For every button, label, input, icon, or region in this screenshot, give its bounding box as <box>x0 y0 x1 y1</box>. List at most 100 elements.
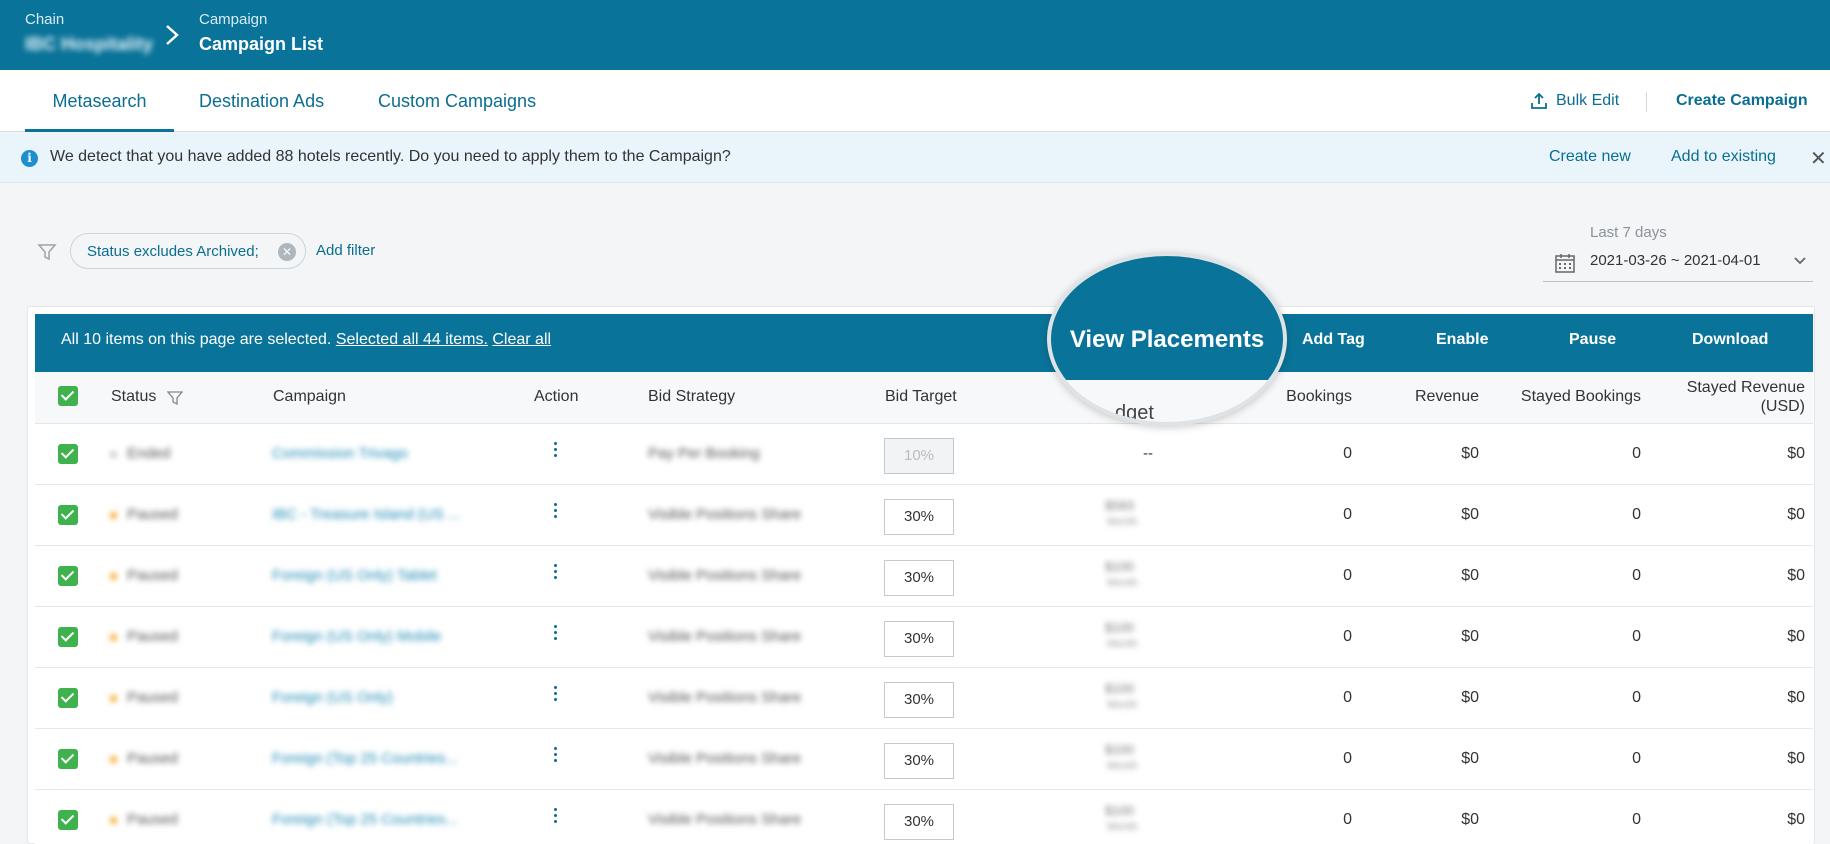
info-icon: i <box>21 150 38 167</box>
clear-all-link[interactable]: Clear all <box>492 331 551 348</box>
table-row[interactable]: Paused Foreign (Top 25 Countries... Visibl… <box>35 790 1813 844</box>
column-bid-target[interactable]: Bid Target <box>885 388 957 406</box>
row-bid-strategy: Visible Positions Share <box>648 506 802 523</box>
pause-button[interactable]: Pause <box>1569 331 1616 349</box>
selection-summary: All 10 items on this page are selected. … <box>61 331 551 349</box>
filter-chip-status[interactable]: Status excludes Archived; ✕ <box>70 233 306 269</box>
add-to-existing-link[interactable]: Add to existing <box>1671 148 1776 166</box>
row-checkbox[interactable] <box>58 627 78 647</box>
row-checkbox[interactable] <box>58 749 78 769</box>
row-stayed-bookings: 0 <box>1632 506 1641 523</box>
filter-icon[interactable] <box>37 242 57 262</box>
bid-target-input[interactable]: 30% <box>884 804 954 840</box>
more-actions-icon[interactable] <box>553 745 559 767</box>
remove-filter-icon[interactable]: ✕ <box>278 243 296 261</box>
enable-button[interactable]: Enable <box>1436 331 1488 349</box>
table-row[interactable]: Paused Foreign (US Only) Tablet Visible Po… <box>35 546 1813 607</box>
more-actions-icon[interactable] <box>553 562 559 584</box>
column-bid-strategy[interactable]: Bid Strategy <box>648 388 735 406</box>
date-range-value: 2021-03-26 ~ 2021-04-01 <box>1590 252 1761 269</box>
bid-target-input[interactable]: 30% <box>884 499 954 535</box>
status-dot <box>110 695 117 702</box>
table-row[interactable]: Ended Commission Trivago Pay Per Booking 10… <box>35 424 1813 485</box>
more-actions-icon[interactable] <box>553 623 559 645</box>
add-filter-link[interactable]: Add filter <box>316 242 375 259</box>
calendar-icon <box>1555 254 1575 273</box>
breadcrumb-chain-value: IBC Hospitality <box>25 34 154 54</box>
create-new-link[interactable]: Create new <box>1549 148 1631 166</box>
row-stayed-bookings: 0 <box>1632 628 1641 645</box>
more-actions-icon[interactable] <box>553 806 559 828</box>
more-actions-icon[interactable] <box>553 684 559 706</box>
row-status: Paused <box>127 811 178 828</box>
row-campaign-link[interactable]: IBC - Treasure Island (US ... <box>272 506 460 523</box>
column-campaign[interactable]: Campaign <box>273 388 346 406</box>
status-filter-icon[interactable] <box>167 390 183 406</box>
row-status: Paused <box>127 628 178 645</box>
filter-chip-label: Status excludes Archived; <box>87 243 259 260</box>
budget-period: Month <box>1107 638 1138 650</box>
status-dot <box>110 756 117 763</box>
row-bookings: 0 <box>1343 506 1352 523</box>
tab-custom-campaigns[interactable]: Custom Campaigns <box>378 70 536 132</box>
table-row[interactable]: Paused Foreign (US Only) Visible Positions… <box>35 668 1813 729</box>
create-campaign-button[interactable]: Create Campaign <box>1676 70 1808 132</box>
row-bid-strategy: Visible Positions Share <box>648 811 802 828</box>
row-campaign-link[interactable]: Foreign (Top 25 Countries... <box>272 811 458 828</box>
bid-target-input[interactable]: 30% <box>884 743 954 779</box>
status-dot <box>110 573 117 580</box>
row-stayed-revenue: $0 <box>1787 628 1805 645</box>
column-stayed-bookings[interactable]: Stayed Bookings <box>1501 388 1641 406</box>
status-dot <box>110 817 117 824</box>
close-icon[interactable]: ✕ <box>1810 146 1827 171</box>
row-bid-strategy: Visible Positions Share <box>648 689 802 706</box>
row-status: Paused <box>127 506 178 523</box>
row-checkbox[interactable] <box>58 566 78 586</box>
chevron-right-icon <box>166 25 179 45</box>
row-bookings: 0 <box>1343 811 1352 828</box>
breadcrumb-chain[interactable]: Chain IBC Hospitality <box>25 11 153 55</box>
row-campaign-link[interactable]: Foreign (US Only) <box>272 689 393 706</box>
row-campaign-link[interactable]: Foreign (US Only) Mobile <box>272 628 441 645</box>
row-checkbox[interactable] <box>58 810 78 830</box>
bid-target-input[interactable]: 30% <box>884 621 954 657</box>
row-revenue: $0 <box>1461 750 1479 767</box>
column-bookings[interactable]: Bookings <box>1259 388 1352 406</box>
bid-target-input[interactable]: 30% <box>884 682 954 718</box>
tab-destination-ads[interactable]: Destination Ads <box>199 70 324 132</box>
row-checkbox[interactable] <box>58 505 78 525</box>
date-range-picker[interactable]: 2021-03-26 ~ 2021-04-01 <box>1543 246 1813 282</box>
column-stayed-revenue[interactable]: Stayed Revenue (USD) <box>1655 378 1805 416</box>
budget-period: Month <box>1107 821 1138 833</box>
more-actions-icon[interactable] <box>553 501 559 523</box>
table-row[interactable]: Paused IBC - Treasure Island (US ... Visib… <box>35 485 1813 546</box>
breadcrumb-chain-label: Chain <box>25 11 65 28</box>
select-all-link[interactable]: Selected all 44 items. <box>336 331 488 348</box>
row-campaign-link[interactable]: Foreign (Top 25 Countries... <box>272 750 458 767</box>
view-placements-button[interactable]: View Placements <box>1051 326 1283 354</box>
add-tag-button[interactable]: Add Tag <box>1302 331 1365 349</box>
download-button[interactable]: Download <box>1692 331 1768 349</box>
magnifier-bar <box>1051 256 1283 380</box>
bulk-edit-button[interactable]: Bulk Edit <box>1530 70 1619 132</box>
budget-amount: $583 <box>1105 498 1134 513</box>
table-row[interactable]: Paused Foreign (Top 25 Countries... Visibl… <box>35 729 1813 790</box>
row-stayed-revenue: $0 <box>1787 506 1805 523</box>
row-checkbox[interactable] <box>58 688 78 708</box>
row-checkbox[interactable] <box>58 444 78 464</box>
table-row[interactable]: Paused Foreign (US Only) Mobile Visible Po… <box>35 607 1813 668</box>
select-all-checkbox[interactable] <box>58 386 78 406</box>
tab-metasearch[interactable]: Metasearch <box>25 70 174 132</box>
budget-period: Month <box>1107 760 1138 772</box>
more-actions-icon[interactable] <box>553 440 559 462</box>
column-status[interactable]: Status <box>111 388 156 406</box>
budget-amount: $100 <box>1105 620 1134 635</box>
row-campaign-link[interactable]: Commission Trivago <box>272 445 408 462</box>
row-campaign-link[interactable]: Foreign (US Only) Tablet <box>272 567 437 584</box>
view-placements-magnifier[interactable]: View Placements dget <box>1047 252 1287 426</box>
row-stayed-bookings: 0 <box>1632 567 1641 584</box>
column-revenue[interactable]: Revenue <box>1385 388 1479 406</box>
bid-target-input[interactable]: 30% <box>884 560 954 596</box>
new-hotels-notice: i We detect that you have added 88 hotel… <box>0 133 1830 183</box>
budget-amount: $100 <box>1105 803 1134 818</box>
